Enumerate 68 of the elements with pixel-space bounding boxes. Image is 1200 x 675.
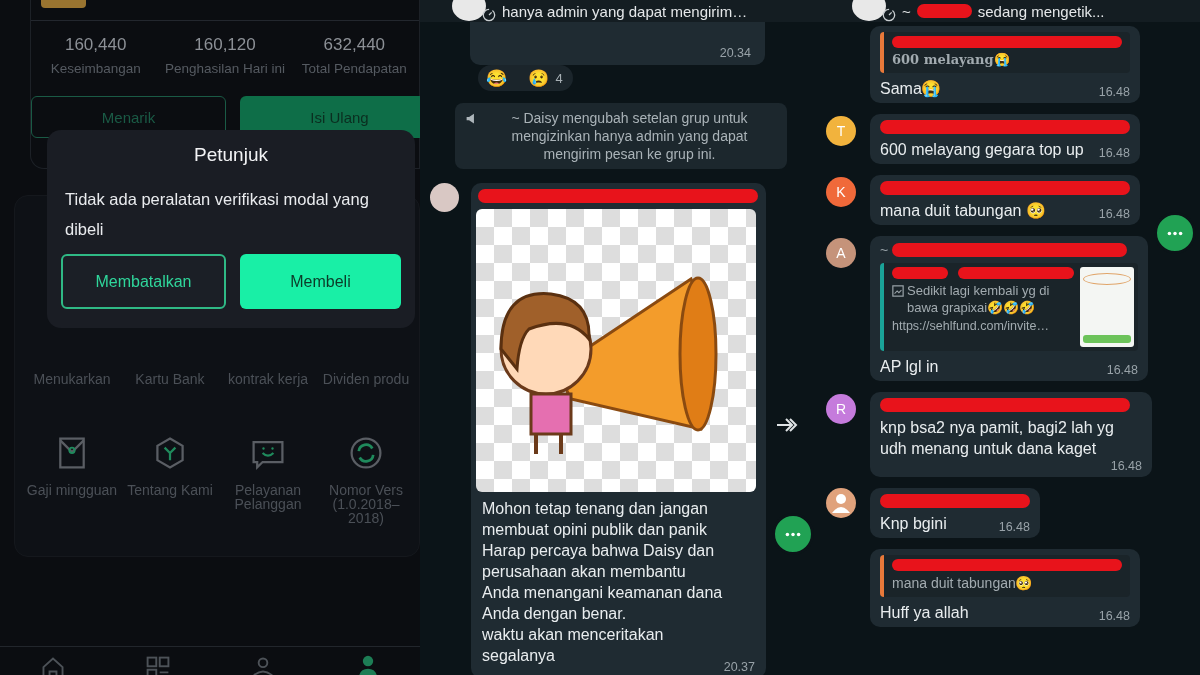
system-message: ~ Daisy mengubah setelan grup untuk mengizinkan hanya admin yang dapat mengirim pesan ke grup ini. xyxy=(510,109,749,163)
message-time: 16.48 xyxy=(1098,207,1130,221)
dialog-message: Tidak ada peralatan verifikasi modal yang dibeli xyxy=(64,189,370,240)
cancel-button[interactable]: Membatalkan xyxy=(61,254,226,309)
buy-button[interactable]: Membeli xyxy=(240,254,401,309)
timer-icon xyxy=(882,8,896,22)
menu-label[interactable]: Nomor Vers (1.0.2018– 2018) xyxy=(329,483,403,525)
reaction-count: 4 xyxy=(555,70,563,86)
refresh-icon[interactable] xyxy=(348,435,384,471)
menu-label[interactable]: Menukarkan xyxy=(23,371,121,387)
message-time: 16.48 xyxy=(1098,85,1130,99)
avatar-letter[interactable]: R xyxy=(826,394,856,424)
group-avatar[interactable] xyxy=(852,0,886,21)
message-text: Mohon tetap tenang dan jangan membuat opini publik dan panik Harap percaya bahwa Daisy dan perusahaan akan membantu Anda menangani keamanan dana Anda dengan benar. waktu akan menceritakan segalanya xyxy=(482,499,724,666)
avatar-photo[interactable] xyxy=(430,183,459,212)
message-text: 600 melayang gegara top up xyxy=(880,140,1084,160)
more-icon xyxy=(785,531,801,537)
message-text: mana duit tabungan 🥺 xyxy=(880,201,1046,221)
message-time: 16.48 xyxy=(1098,146,1130,160)
dialog-title: Petunjuk xyxy=(194,144,268,166)
menu-label[interactable]: Gaji mingguan xyxy=(26,483,118,497)
message-text: Huff ya allah xyxy=(880,603,969,623)
menu-label[interactable]: Kartu Bank xyxy=(121,371,219,387)
message-time: 16.48 xyxy=(1110,459,1142,473)
message-time: 20.37 xyxy=(723,660,755,674)
reactions-pill[interactable]: 😂 😢 4 xyxy=(478,65,573,91)
message-text: AP lgl in xyxy=(880,357,939,377)
quoted-text: 600 melayang😭 xyxy=(892,52,1010,67)
reaction-emojis: 😂 😢 xyxy=(486,68,550,88)
redaction-mark xyxy=(892,267,948,279)
quoted-message[interactable]: 600 melayang😭 xyxy=(880,32,1130,73)
message-time: 16.48 xyxy=(1098,609,1130,623)
stat-label: Keseimbangan xyxy=(50,61,141,76)
image-icon xyxy=(892,285,904,297)
menu-label[interactable]: kontrak kerja xyxy=(219,371,317,387)
avatar-letter[interactable]: A xyxy=(826,238,856,268)
link-preview[interactable]: Sedikit lagi kembali yg di bawa grapixai🤣🤣🤣 https://sehlfund.com/invite… xyxy=(880,263,1138,351)
quoted-message[interactable]: mana duit tabungan🥺 xyxy=(880,555,1130,597)
sticker-drawing[interactable] xyxy=(476,209,756,492)
header-status: sedang mengetik... xyxy=(977,2,1105,20)
message-text: Sama😭 xyxy=(880,79,942,99)
menu-label[interactable]: Dividen produ xyxy=(317,371,415,387)
avatar-letter[interactable]: K xyxy=(826,177,856,207)
header-status: hanya admin yang dapat mengirim… xyxy=(502,2,748,20)
sender-prefix: ~ xyxy=(880,242,889,258)
message-time: 16.48 xyxy=(1106,363,1138,377)
stat-value: 632,440 xyxy=(323,35,386,55)
message-text: Knp bgini xyxy=(880,514,947,534)
message-time: 20.34 xyxy=(719,46,751,60)
menu-label[interactable]: Pelayanan Pelanggan xyxy=(219,483,317,511)
stat-value: 160,440 xyxy=(64,35,127,55)
timer-icon xyxy=(482,8,496,22)
stat-value: 160,120 xyxy=(194,35,256,55)
group-avatar[interactable] xyxy=(452,0,486,21)
redaction-mark xyxy=(916,4,972,18)
avatar-letter[interactable]: T xyxy=(826,116,856,146)
stat-label: Penghasilan Hari ini xyxy=(164,61,286,76)
stat-label: Total Pendapatan xyxy=(301,61,407,76)
header-prefix: ~ xyxy=(902,2,911,20)
more-icon xyxy=(1167,230,1183,236)
menu-label[interactable]: Tentang Kami xyxy=(127,483,213,497)
message-time: 16.48 xyxy=(998,520,1030,534)
link-url[interactable]: https://sehlfund.com/invite… xyxy=(892,319,1074,333)
grid-icon[interactable] xyxy=(144,655,171,675)
quoted-text: mana duit tabungan🥺 xyxy=(892,575,1034,591)
preview-text: Sedikit lagi kembali yg di bawa grapixai🤣🤣🤣 xyxy=(907,282,1051,316)
message-text: knp bsa2 nya pamit, bagi2 lah yg udh menang untuk dana kaget xyxy=(880,418,1115,459)
default-avatar-icon[interactable] xyxy=(826,488,856,518)
